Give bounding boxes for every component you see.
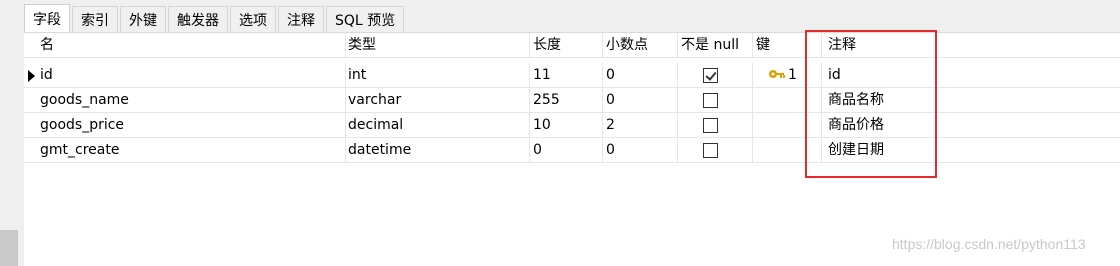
- field-type[interactable]: datetime: [344, 138, 530, 163]
- field-decimals[interactable]: 0: [602, 88, 678, 113]
- tab-triggers[interactable]: 触发器: [168, 6, 228, 32]
- key-cell[interactable]: 1: [752, 63, 822, 88]
- not-null-cell: [677, 113, 753, 138]
- field-comment[interactable]: 商品名称: [824, 88, 1120, 113]
- left-gutter: [0, 0, 24, 266]
- field-type[interactable]: int: [344, 63, 530, 88]
- field-length[interactable]: 11: [529, 63, 603, 88]
- column-header-name[interactable]: 名: [36, 33, 346, 58]
- column-header-decimals[interactable]: 小数点: [602, 33, 678, 58]
- field-decimals[interactable]: 0: [602, 138, 678, 163]
- field-decimals[interactable]: 0: [602, 63, 678, 88]
- key-icon: [769, 69, 785, 78]
- tab-indexes[interactable]: 索引: [72, 6, 118, 32]
- watermark: https://blog.csdn.net/python113: [892, 236, 1086, 252]
- column-header-type[interactable]: 类型: [344, 33, 530, 58]
- key-cell[interactable]: [752, 138, 822, 163]
- field-comment[interactable]: 商品价格: [824, 113, 1120, 138]
- tab-options[interactable]: 选项: [230, 6, 276, 32]
- tab-comment[interactable]: 注释: [278, 6, 324, 32]
- field-decimals[interactable]: 2: [602, 113, 678, 138]
- column-header-key[interactable]: 键: [752, 33, 822, 58]
- column-header-not-null[interactable]: 不是 null: [677, 33, 753, 58]
- field-comment[interactable]: 创建日期: [824, 138, 1120, 163]
- tab-foreign-keys[interactable]: 外键: [120, 6, 166, 32]
- fields-grid: 名 类型 长度 小数点 不是 null 键 注释 id int 11 0 1 i…: [24, 32, 1120, 266]
- not-null-checkbox[interactable]: [703, 143, 718, 158]
- field-name[interactable]: goods_price: [36, 113, 346, 138]
- field-name[interactable]: gmt_create: [36, 138, 346, 163]
- column-header-comment[interactable]: 注释: [824, 33, 1120, 58]
- tab-fields[interactable]: 字段: [24, 4, 70, 32]
- current-row-indicator-icon: [28, 70, 35, 82]
- field-type[interactable]: varchar: [344, 88, 530, 113]
- key-cell[interactable]: [752, 113, 822, 138]
- scrollbar-thumb[interactable]: [0, 230, 18, 266]
- field-length[interactable]: 10: [529, 113, 603, 138]
- not-null-cell: [677, 138, 753, 163]
- table-row[interactable]: goods_name varchar 255 0 商品名称: [24, 88, 1120, 113]
- column-header-length[interactable]: 长度: [529, 33, 603, 58]
- not-null-cell: [677, 88, 753, 113]
- tab-strip: 字段 索引 外键 触发器 选项 注释 SQL 预览: [24, 4, 406, 32]
- field-name[interactable]: id: [36, 63, 346, 88]
- tab-sql-preview[interactable]: SQL 预览: [326, 6, 405, 32]
- key-order: 1: [788, 67, 797, 83]
- not-null-checkbox[interactable]: [703, 93, 718, 108]
- key-cell[interactable]: [752, 88, 822, 113]
- field-length[interactable]: 255: [529, 88, 603, 113]
- field-name[interactable]: goods_name: [36, 88, 346, 113]
- field-length[interactable]: 0: [529, 138, 603, 163]
- table-row[interactable]: gmt_create datetime 0 0 创建日期: [24, 138, 1120, 163]
- field-comment[interactable]: id: [824, 63, 1120, 88]
- grid-header: 名 类型 长度 小数点 不是 null 键 注释: [24, 33, 1120, 58]
- field-type[interactable]: decimal: [344, 113, 530, 138]
- table-row[interactable]: goods_price decimal 10 2 商品价格: [24, 113, 1120, 138]
- table-row[interactable]: id int 11 0 1 id: [24, 63, 1120, 88]
- not-null-checkbox[interactable]: [703, 68, 718, 83]
- not-null-cell: [677, 63, 753, 88]
- not-null-checkbox[interactable]: [703, 118, 718, 133]
